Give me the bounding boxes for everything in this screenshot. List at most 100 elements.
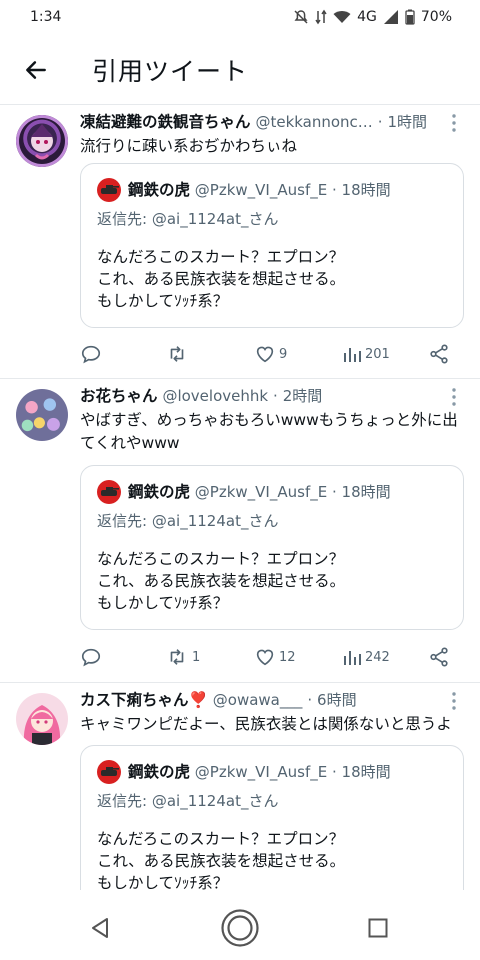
reply-button[interactable] [80,645,102,669]
network-type: 4G [357,9,377,25]
views-button[interactable]: 242 [342,645,390,669]
meta-separator: · [307,691,313,709]
tweet-text: キャミワンピだよー、民族衣装とは関係ないと思うよ [80,715,452,733]
quoted-text: なんだろこのスカート？エプロン？ これ、ある民族衣装を想起させる。 もしかしてｿ… [97,828,345,890]
quoted-handle: @Pzkw_VI_Ausf_E [194,181,328,199]
tweet-time[interactable]: 1時間 [387,113,427,131]
avatar[interactable] [16,389,68,441]
quoted-text: なんだろこのスカート？エプロン？ これ、ある民族衣装を想起させる。 もしかしてｿ… [97,246,345,312]
display-name[interactable]: 凍結避難の鉄観音ちゃん [80,113,251,131]
quoted-tweet-card[interactable]: 鋼鉄の虎 @Pzkw_VI_Ausf_E · 18時間 返信先: @ai_112… [80,163,464,328]
reply-button[interactable] [80,342,102,366]
quoted-tweet-card[interactable]: 鋼鉄の虎 @Pzkw_VI_Ausf_E · 18時間 返信先: @ai_112… [80,465,464,630]
like-button[interactable]: 9 [254,342,287,366]
battery-icon [405,9,415,25]
user-handle[interactable]: @owawa___ [213,691,303,709]
like-icon [256,346,274,363]
like-count: 9 [279,346,288,362]
nav-back-button[interactable] [84,912,116,944]
more-icon[interactable] [448,691,460,711]
battery-level: 70% [420,9,452,25]
status-time: 1:34 [30,9,62,25]
heart-emoji: ❣️ [188,691,208,709]
share-icon [430,647,448,667]
quoted-display-name: 鋼鉄の虎 [128,181,191,199]
tank-icon [101,767,119,776]
nav-back-icon [92,918,108,938]
nav-recents-icon [368,918,388,938]
quoted-avatar [97,760,121,784]
quoted-text-line: もしかしてｿｯﾁ系？ [97,874,229,890]
reply-target: @ai_1124at_さん [151,210,279,228]
nav-home-button[interactable] [219,907,261,949]
quoted-text-line: なんだろこのスカート？エプロン？ [97,550,345,568]
quoted-time: 18時間 [341,181,391,199]
reply-prefix: 返信先: [97,210,148,228]
display-name[interactable]: カス下痢ちゃん [80,691,189,709]
tweet-actions: 1 12 242 [80,645,460,669]
tweet[interactable]: お花ちゃん @lovelovehhk · 2時間 やばすぎ、めっちゃおもろいww… [0,379,480,683]
meta-separator: · [331,181,337,199]
display-name[interactable]: お花ちゃん [80,387,158,405]
quoted-handle: @Pzkw_VI_Ausf_E [194,483,328,501]
quoted-meta: 鋼鉄の虎 @Pzkw_VI_Ausf_E · 18時間 [128,482,391,502]
tweet-time[interactable]: 6時間 [317,691,357,709]
avatar[interactable] [16,115,68,167]
share-button[interactable] [428,342,450,366]
system-navigation-bar [0,890,480,960]
quoted-avatar [97,480,121,504]
tweet-meta: 凍結避難の鉄観音ちゃん @tekkannonc… · 1時間 [80,112,440,132]
retweet-count: 1 [192,649,201,665]
reply-to-line: 返信先: @ai_1124at_さん [97,790,278,811]
meta-separator: · [273,387,278,405]
more-icon[interactable] [448,387,460,407]
views-icon [344,651,361,665]
tweet[interactable]: 凍結避難の鉄観音ちゃん @tekkannonc… · 1時間 流行りに疎い系おぢ… [0,105,480,379]
like-icon [256,649,274,666]
views-button[interactable]: 201 [342,342,390,366]
reply-target: @ai_1124at_さん [151,512,279,530]
retweet-button[interactable] [165,342,192,366]
quoted-text: なんだろこのスカート？エプロン？ これ、ある民族衣装を想起させる。 もしかしてｿ… [97,548,345,614]
tweet-meta: お花ちゃん @lovelovehhk · 2時間 [80,386,440,406]
nav-recents-button[interactable] [362,912,394,944]
quoted-text-line: もしかしてｿｯﾁ系？ [97,594,229,612]
quoted-text-line: これ、ある民族衣装を想起させる。 [97,852,346,870]
share-button[interactable] [428,645,450,669]
tweet[interactable]: カス下痢ちゃん❣️ @owawa___ · 6時間 キャミワンピだよー、民族衣装… [0,683,480,890]
mute-icon [294,10,308,24]
retweet-icon [170,346,184,362]
quoted-time: 18時間 [341,763,391,781]
quoted-time: 18時間 [341,483,391,501]
meta-separator: · [331,483,337,501]
quoted-meta: 鋼鉄の虎 @Pzkw_VI_Ausf_E · 18時間 [128,762,391,782]
reply-icon [81,648,101,667]
status-icons: 4G 70% [293,9,452,25]
tank-icon [101,185,119,194]
quoted-text-line: もしかしてｿｯﾁ系？ [97,292,229,310]
avatar[interactable] [16,693,68,745]
tweet-actions: 9 201 [80,342,460,366]
tweet-meta: カス下痢ちゃん❣️ @owawa___ · 6時間 [80,690,440,710]
retweet-button[interactable]: 1 [165,645,200,669]
tweet-time[interactable]: 2時間 [283,387,323,405]
back-button[interactable] [20,54,52,86]
like-count: 12 [279,649,296,665]
avatar-image-icon [31,124,53,160]
reply-prefix: 返信先: [97,512,148,530]
retweet-icon [170,649,184,665]
status-bar: 1:34 4G 70% [0,0,480,34]
user-handle[interactable]: @tekkannonc… [255,113,372,131]
reply-to-line: 返信先: @ai_1124at_さん [97,510,278,531]
quoted-display-name: 鋼鉄の虎 [128,763,191,781]
back-arrow-icon [26,61,46,79]
quote-tweet-feed[interactable]: 凍結避難の鉄観音ちゃん @tekkannonc… · 1時間 流行りに疎い系おぢ… [0,105,480,890]
like-button[interactable]: 12 [254,645,296,669]
quoted-avatar [97,178,121,202]
data-transfer-icon [315,9,327,25]
page-title: 引用ツイート [92,57,249,86]
user-handle[interactable]: @lovelovehhk [162,387,268,405]
quoted-tweet-card[interactable]: 鋼鉄の虎 @Pzkw_VI_Ausf_E · 18時間 返信先: @ai_112… [80,745,464,890]
more-icon[interactable] [448,113,460,133]
reply-to-line: 返信先: @ai_1124at_さん [97,208,278,229]
